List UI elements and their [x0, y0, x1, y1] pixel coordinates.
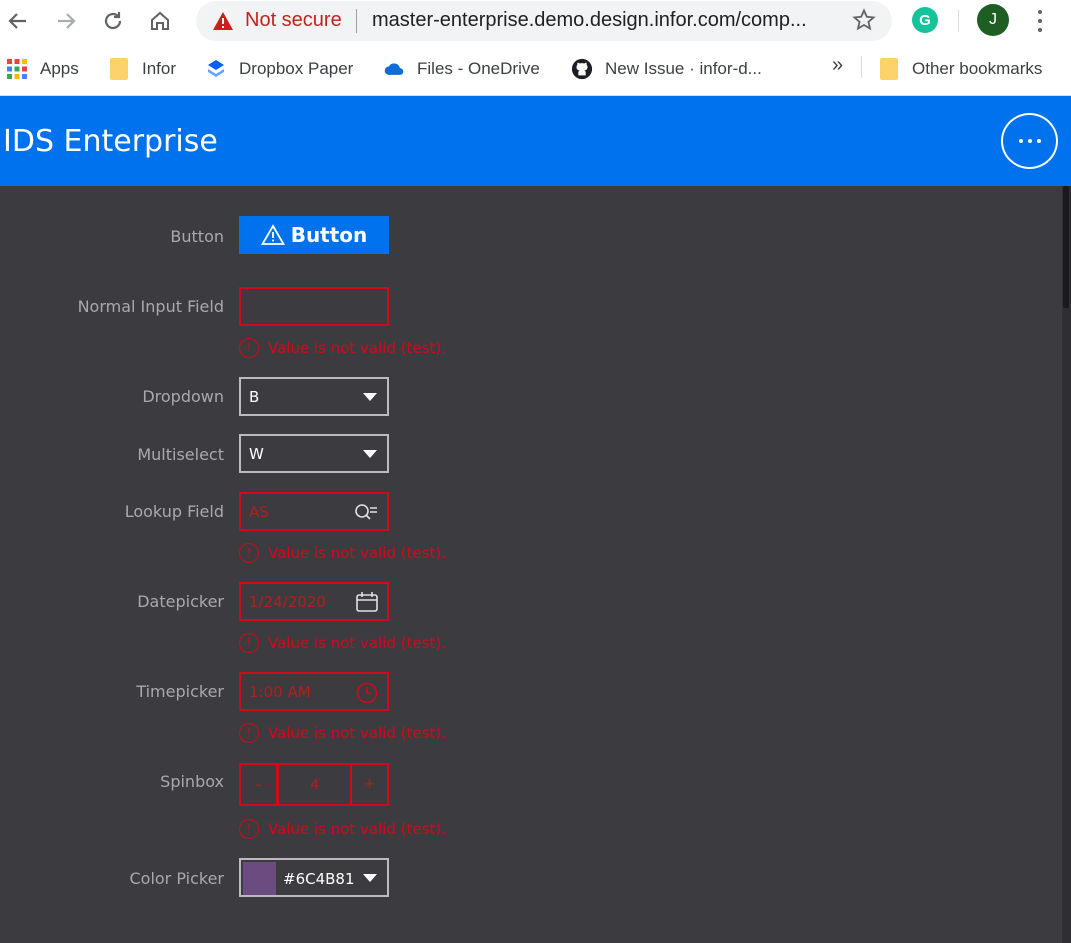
spinbox-error: ! Value is not valid (test).: [239, 818, 446, 840]
bookmarks-bar: Apps Infor Dropbox Paper Files - OneDriv…: [0, 42, 1071, 96]
grammarly-extension-icon[interactable]: G: [912, 7, 938, 33]
app-header: IDS Enterprise: [0, 96, 1071, 186]
page-title: IDS Enterprise: [3, 124, 218, 159]
url-divider: [356, 9, 357, 33]
bookmarks-divider: [861, 56, 862, 78]
bookmark-other[interactable]: Other bookmarks: [878, 56, 1042, 82]
spinbox-decrement-button[interactable]: -: [239, 763, 278, 806]
bookmark-label: New Issue · infor-d...: [605, 59, 762, 78]
error-icon: !: [239, 633, 259, 653]
error-icon: !: [239, 723, 259, 743]
multiselect-value: W: [249, 445, 264, 463]
bookmark-label: Other bookmarks: [912, 59, 1043, 78]
primary-button[interactable]: Button: [239, 216, 389, 254]
reload-icon: [104, 12, 122, 30]
search-list-icon[interactable]: [353, 501, 379, 523]
button-label: Button: [170, 227, 224, 246]
caret-down-icon: [363, 393, 377, 401]
error-icon: !: [239, 819, 259, 839]
normal-input-error: ! Value is not valid (test).: [239, 337, 446, 359]
spinbox-input[interactable]: 4: [277, 763, 352, 806]
calendar-icon[interactable]: [355, 591, 379, 613]
spinbox-increment-button[interactable]: +: [350, 763, 389, 806]
apps-grid-icon: [6, 58, 28, 80]
dropdown-label: Dropdown: [142, 387, 224, 406]
arrow-right-icon: [58, 13, 76, 29]
github-icon: [571, 58, 593, 80]
caret-down-icon: [363, 874, 377, 882]
datepicker-field[interactable]: 1/24/2020: [239, 582, 389, 621]
error-text: Value is not valid (test).: [268, 724, 447, 742]
home-button[interactable]: [144, 5, 176, 37]
scrollbar-thumb[interactable]: [1063, 186, 1069, 308]
home-icon: [151, 11, 169, 30]
lookup-label: Lookup Field: [124, 502, 224, 521]
toolbar-divider: [958, 10, 959, 32]
error-text: Value is not valid (test).: [268, 820, 447, 838]
browser-menu-button[interactable]: [1030, 8, 1050, 34]
bookmark-label: Files - OneDrive: [417, 59, 540, 78]
lookup-field[interactable]: AS: [239, 492, 389, 531]
timepicker-error: ! Value is not valid (test).: [239, 722, 446, 744]
profile-avatar[interactable]: J: [977, 4, 1009, 36]
onedrive-cloud-icon: [383, 58, 405, 80]
forward-button[interactable]: [50, 5, 82, 37]
bookmark-onedrive[interactable]: Files - OneDrive: [383, 56, 540, 82]
normal-input-label: Normal Input Field: [77, 297, 224, 316]
bookmark-apps[interactable]: Apps: [6, 56, 79, 82]
star-icon[interactable]: [852, 8, 876, 32]
warning-icon: [213, 12, 233, 30]
color-swatch[interactable]: [243, 862, 276, 895]
spinbox-label: Spinbox: [160, 772, 224, 791]
caret-down-icon: [363, 450, 377, 458]
dot: [1027, 139, 1032, 143]
clock-icon[interactable]: [355, 681, 379, 705]
lookup-error: ! Value is not valid (test).: [239, 542, 446, 564]
bookmark-label: Dropbox Paper: [239, 59, 354, 78]
multiselect-select[interactable]: W: [239, 434, 389, 473]
error-text: Value is not valid (test).: [268, 634, 447, 652]
reload-button[interactable]: [97, 5, 129, 37]
bookmark-dropbox-paper[interactable]: Dropbox Paper: [205, 56, 353, 82]
url-text[interactable]: master-enterprise.demo.design.infor.com/…: [372, 9, 807, 32]
bookmark-label: Infor: [142, 59, 177, 78]
error-text: Value is not valid (test).: [268, 544, 447, 562]
folder-icon: [878, 58, 900, 80]
security-status[interactable]: Not secure: [245, 9, 342, 32]
dropbox-icon: [205, 58, 227, 80]
timepicker-value: 1:00 AM: [249, 683, 311, 701]
datepicker-value: 1/24/2020: [249, 593, 326, 611]
dropdown-value: B: [249, 388, 260, 406]
colorpicker-field[interactable]: #6C4B81: [239, 858, 389, 897]
dropdown-select[interactable]: B: [239, 377, 389, 416]
multiselect-label: Multiselect: [137, 445, 224, 464]
more-actions-button[interactable]: [1001, 113, 1058, 169]
error-icon: !: [239, 543, 259, 563]
dot: [1018, 139, 1023, 143]
lookup-value: AS: [249, 503, 269, 521]
arrow-left-icon: [8, 13, 26, 29]
timepicker-field[interactable]: 1:00 AM: [239, 672, 389, 711]
datepicker-label: Datepicker: [137, 592, 224, 611]
dot: [1036, 139, 1041, 143]
bookmark-infor[interactable]: Infor: [108, 56, 176, 82]
normal-input-field[interactable]: [239, 287, 389, 326]
timepicker-label: Timepicker: [136, 682, 224, 701]
bookmark-label: Apps: [40, 59, 79, 78]
bookmarks-overflow-button[interactable]: »: [832, 54, 843, 77]
error-icon: !: [239, 338, 259, 358]
error-text: Value is not valid (test).: [268, 339, 447, 357]
bookmark-github-issue[interactable]: New Issue · infor-d...: [571, 56, 762, 82]
alert-triangle-icon: [260, 224, 285, 245]
address-bar[interactable]: Not secure master-enterprise.demo.design…: [196, 1, 892, 41]
folder-icon: [108, 58, 130, 80]
colorpicker-value: #6C4B81: [283, 870, 355, 888]
browser-toolbar: Not secure master-enterprise.demo.design…: [0, 0, 1071, 42]
back-button[interactable]: [2, 5, 34, 37]
datepicker-error: ! Value is not valid (test).: [239, 632, 446, 654]
primary-button-text: Button: [290, 223, 368, 247]
colorpicker-label: Color Picker: [129, 869, 224, 888]
